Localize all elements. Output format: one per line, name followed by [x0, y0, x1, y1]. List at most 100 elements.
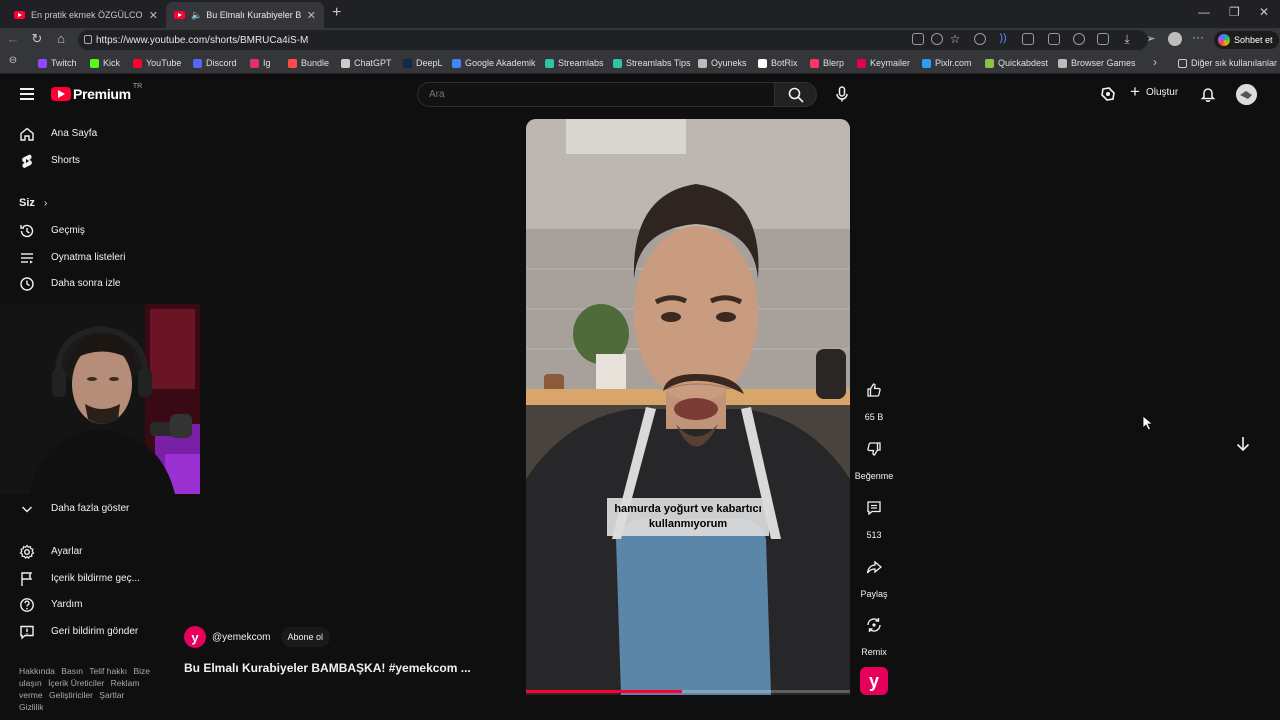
bookmark-item[interactable]: DeepL	[403, 56, 443, 70]
footer-link[interactable]: Telif hakkı	[89, 666, 127, 676]
voice-search-button[interactable]	[829, 82, 854, 107]
minimize-button[interactable]: —	[1198, 5, 1210, 19]
like-button[interactable]	[857, 373, 891, 407]
footer-link[interactable]: Hakkında	[19, 666, 55, 676]
bookmark-item[interactable]: Blerp	[810, 56, 844, 70]
dislike-button[interactable]	[857, 432, 891, 466]
sidebar-item-report-history[interactable]: İçerik bildirme geç...	[0, 566, 156, 592]
bookmark-item[interactable]: ChatGPT	[341, 56, 392, 70]
footer-link[interactable]: Şartlar	[99, 690, 124, 700]
bookmark-item[interactable]: Twitch	[38, 56, 77, 70]
notifications-bell-icon[interactable]	[1200, 86, 1216, 102]
footer-link[interactable]: İçerik Üreticiler	[48, 678, 104, 688]
reload-button[interactable]: ↻	[28, 31, 46, 47]
copilot-chat-button[interactable]: Sohbet et	[1214, 31, 1279, 49]
you-section-heading[interactable]: Siz ›	[19, 197, 47, 209]
more-menu-icon[interactable]: ···	[1189, 30, 1207, 44]
channel-avatar[interactable]: y	[184, 626, 206, 648]
footer-link[interactable]: Geliştiriciler	[49, 690, 93, 700]
comment-icon	[867, 501, 881, 516]
share-button[interactable]	[857, 550, 891, 584]
bookmark-item[interactable]: Discord	[193, 56, 237, 70]
downloads-icon[interactable]: ⤓	[1118, 32, 1136, 47]
channel-name[interactable]: @yemekcom	[212, 632, 271, 643]
bookmark-item[interactable]: Oyuneks	[698, 56, 747, 70]
close-window-button[interactable]: ✕	[1259, 5, 1269, 19]
browser-tab[interactable]: En pratik ekmek ÖZGÜLCOŞAR ✕	[6, 2, 166, 28]
browser-profile-avatar[interactable]	[1168, 32, 1182, 46]
bookmark-label: Kick	[103, 58, 121, 68]
bookmarks-menu-icon[interactable]: ⊖	[4, 55, 22, 66]
sidebar-item-settings[interactable]: Ayarlar	[0, 539, 156, 565]
bookmark-item[interactable]: BotRix	[758, 56, 798, 70]
site-info-icon[interactable]	[84, 35, 92, 44]
show-more-button[interactable]: Daha fazla göster	[0, 496, 156, 522]
sidebar-item-label: İçerik bildirme geç...	[51, 573, 140, 584]
sidebar-item-feedback[interactable]: Geri bildirim gönder	[0, 619, 156, 645]
more-bookmarks-chevron-icon[interactable]: ›	[1146, 55, 1164, 69]
bookmark-item[interactable]: YouTube	[133, 56, 181, 70]
tracking-prevention-icon[interactable]	[931, 33, 943, 45]
extensions-icon[interactable]	[1022, 33, 1034, 45]
comments-button[interactable]	[857, 491, 891, 525]
bookmark-favicon-icon	[250, 58, 259, 68]
other-bookmarks-folder[interactable]: Diğer sık kullanılanlar	[1178, 56, 1277, 70]
sidebar-item-home[interactable]: Ana Sayfa	[0, 121, 156, 147]
sidebar-item-history[interactable]: Geçmiş	[0, 218, 156, 244]
video-progress-bar[interactable]	[526, 690, 850, 693]
footer-link[interactable]: Gizlilik	[19, 702, 44, 712]
channel-brand-logo[interactable]: y	[860, 667, 888, 695]
read-aloud-icon[interactable]: ))	[994, 32, 1012, 44]
browser-tab-active[interactable]: 🔈 Bu Elmalı Kurabiyeler BAMBAŞ ✕	[166, 2, 324, 28]
bookmark-item[interactable]: Browser Games	[1058, 56, 1136, 70]
new-tab-button[interactable]: +	[332, 4, 341, 22]
footer-link[interactable]: Basın	[61, 666, 83, 676]
next-short-arrow-icon[interactable]	[1234, 435, 1252, 453]
sidebar-item-watch-later[interactable]: Daha sonra izle	[0, 271, 156, 297]
bookmark-favicon-icon	[452, 58, 461, 68]
ai-sparkle-icon[interactable]	[1100, 86, 1116, 102]
bookmark-item[interactable]: Bundle	[288, 56, 329, 70]
subscribe-button[interactable]: Abone ol	[280, 627, 331, 647]
bookmark-item[interactable]: Ig	[250, 56, 271, 70]
sidebar-item-help[interactable]: Yardım	[0, 592, 156, 618]
short-title[interactable]: Bu Elmalı Kurabiyeler BAMBAŞKA! #yemekco…	[184, 661, 471, 675]
favorite-star-icon[interactable]: ☆	[946, 32, 964, 46]
maximize-button[interactable]: ❐	[1229, 5, 1240, 19]
guide-menu-button[interactable]	[20, 88, 34, 100]
search-input[interactable]: Ara	[417, 82, 775, 107]
address-bar[interactable]: https://www.youtube.com/shorts/BMRUCa4iS…	[78, 30, 1148, 50]
remix-button[interactable]	[857, 608, 891, 642]
home-button[interactable]: ⌂	[52, 31, 70, 46]
search-button[interactable]	[775, 82, 817, 107]
other-bookmarks-label: Diğer sık kullanılanlar	[1191, 58, 1278, 68]
bookmark-item[interactable]: Streamlabs	[545, 56, 604, 70]
performance-icon[interactable]	[1073, 33, 1085, 45]
audio-playing-icon[interactable]: 🔈	[191, 10, 202, 21]
account-avatar[interactable]	[1236, 84, 1257, 105]
split-screen-icon[interactable]	[1048, 33, 1060, 45]
bookmark-item[interactable]: Quickabdest	[985, 56, 1048, 70]
back-button[interactable]: ←	[4, 31, 22, 46]
extension-icon[interactable]	[974, 33, 986, 45]
close-tab-icon[interactable]: ✕	[307, 9, 316, 22]
share-icon[interactable]: ➢	[1142, 32, 1160, 45]
short-video-player[interactable]	[526, 119, 850, 695]
microphone-icon	[836, 86, 848, 102]
bookmark-item[interactable]: Pixlr.com	[922, 56, 972, 70]
show-more-label: Daha fazla göster	[51, 503, 130, 514]
logo-text: Premium	[73, 86, 131, 102]
bookmark-label: Ig	[263, 58, 271, 68]
bookmark-item[interactable]: Google Akademik	[452, 56, 536, 70]
create-button[interactable]: + Oluştur	[1130, 83, 1178, 100]
youtube-premium-logo[interactable]: Premium TR	[51, 83, 142, 102]
bookmark-item[interactable]: Streamlabs Tips	[613, 56, 691, 70]
bookmark-item[interactable]: Kick	[90, 56, 120, 70]
history-icon	[20, 224, 34, 238]
sidebar-item-shorts[interactable]: Shorts	[0, 148, 156, 174]
collections-icon[interactable]	[1097, 33, 1109, 45]
app-available-icon[interactable]	[912, 33, 924, 45]
bookmark-item[interactable]: Keymailer	[857, 56, 910, 70]
close-tab-icon[interactable]: ✕	[149, 9, 158, 22]
sidebar-item-playlists[interactable]: Oynatma listeleri	[0, 245, 156, 271]
